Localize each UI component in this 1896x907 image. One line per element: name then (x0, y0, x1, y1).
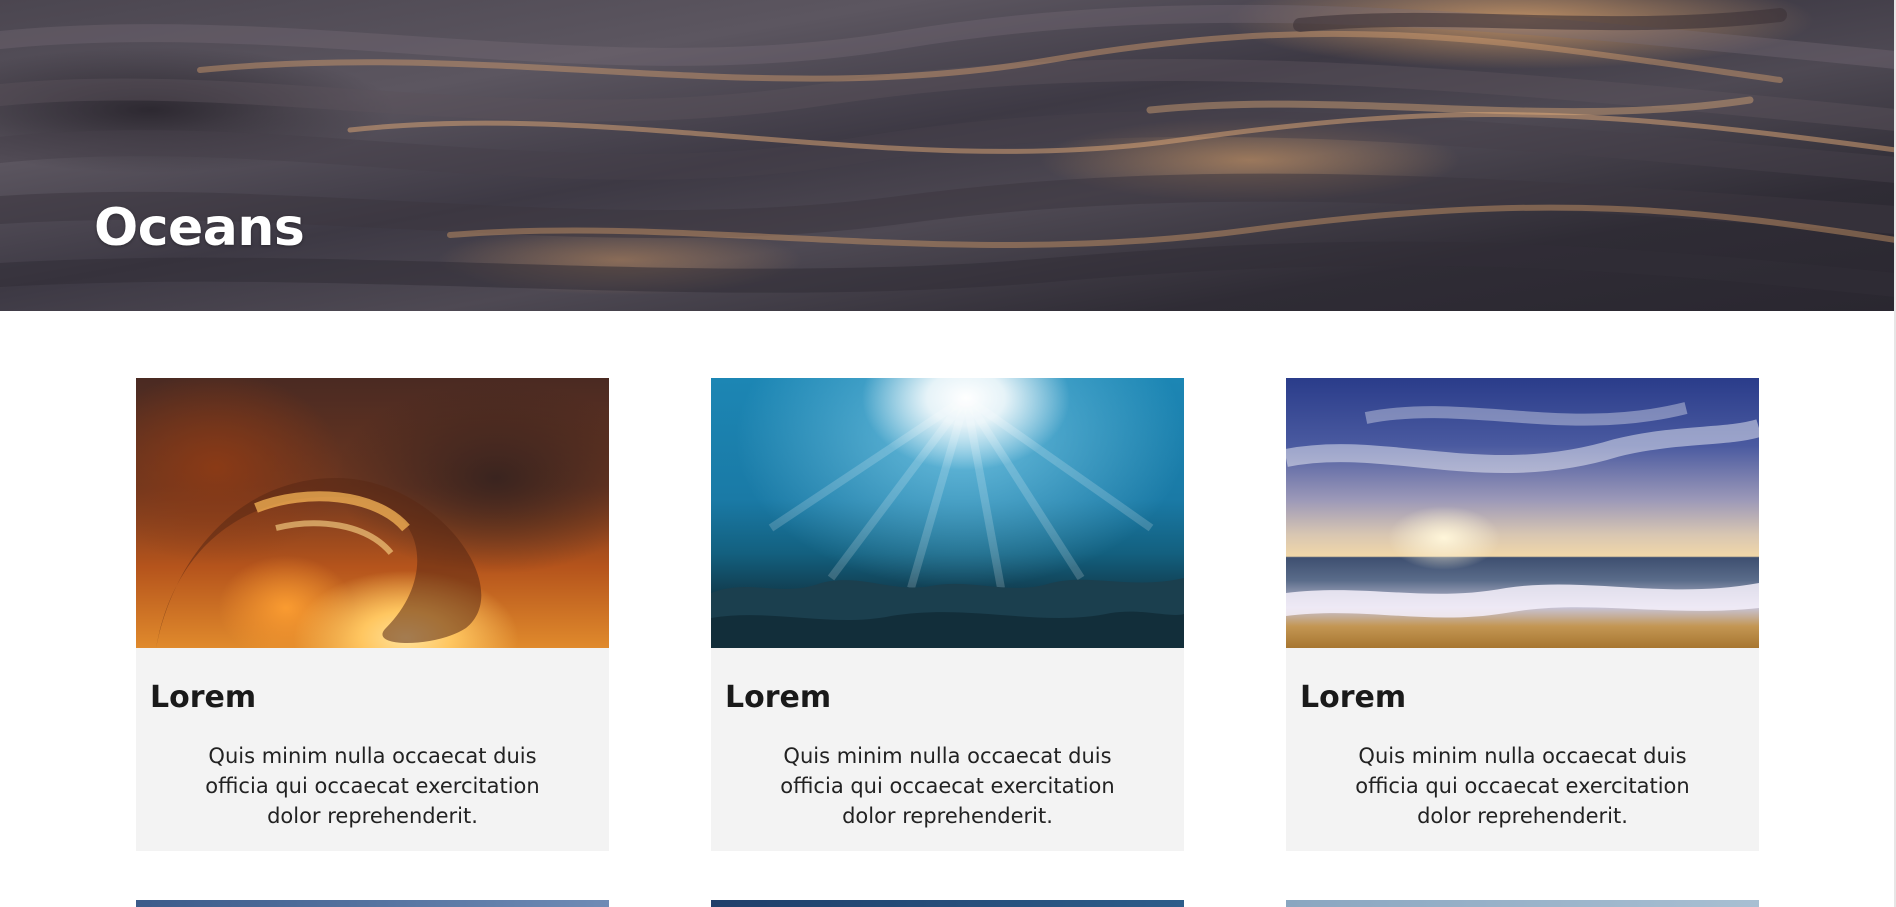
next-card-image-peek (711, 900, 1184, 907)
next-card-image-peek (136, 900, 609, 907)
card-image-beach-sunset (1286, 378, 1759, 648)
card-image-underwater (711, 378, 1184, 648)
card-description: Quis minim nulla occaecat duis officia q… (205, 744, 540, 828)
card-description: Quis minim nulla occaecat duis officia q… (780, 744, 1115, 828)
card-title: Lorem (1300, 680, 1407, 715)
page-title: Oceans (94, 198, 305, 258)
card-image-wave-tube (136, 378, 609, 648)
card-lorem-1[interactable]: Lorem Quis minim nulla occaecat duis off… (136, 378, 609, 851)
ocean-waves-image (0, 4, 1896, 297)
next-card-image-peek (1286, 900, 1759, 907)
card-title: Lorem (150, 680, 257, 715)
card-title: Lorem (725, 680, 832, 715)
hero-banner: Oceans (0, 0, 1896, 311)
card-lorem-2[interactable]: Lorem Quis minim nulla occaecat duis off… (711, 378, 1184, 851)
card-lorem-3[interactable]: Lorem Quis minim nulla occaecat duis off… (1286, 378, 1759, 851)
card-description: Quis minim nulla occaecat duis officia q… (1355, 744, 1690, 828)
